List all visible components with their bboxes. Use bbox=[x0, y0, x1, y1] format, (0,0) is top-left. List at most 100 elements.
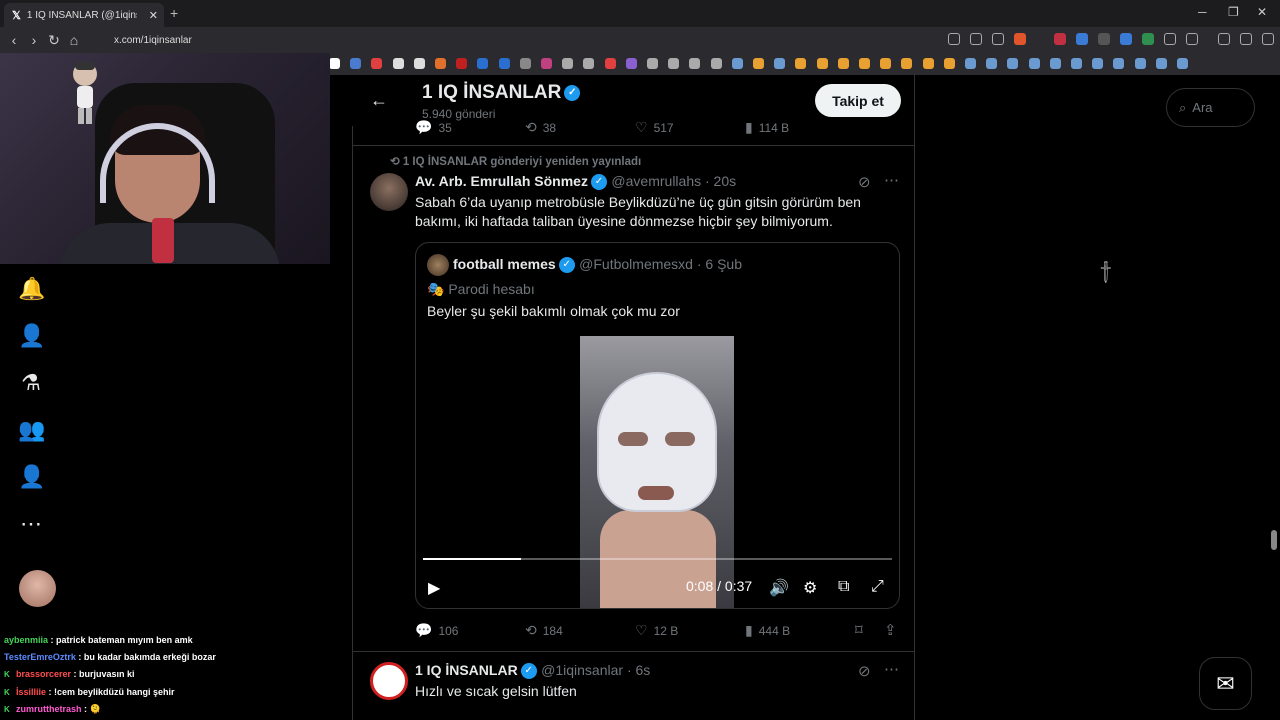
cast-icon[interactable] bbox=[970, 33, 982, 45]
views-metric[interactable]: ▮ 114 B bbox=[745, 119, 789, 136]
bookmark-icon[interactable] bbox=[1007, 58, 1019, 69]
forward-nav-icon[interactable]: › bbox=[24, 32, 44, 48]
bookmark-icon[interactable] bbox=[625, 58, 637, 69]
chat-username[interactable]: TesterEmreOztrk bbox=[4, 652, 76, 662]
brave-shield-icon[interactable] bbox=[1014, 33, 1026, 45]
communities-icon[interactable]: 👥 bbox=[18, 417, 45, 443]
window-close-button[interactable]: ✕ bbox=[1257, 5, 1267, 19]
author-handle[interactable]: @avemrullahs · 20s bbox=[611, 173, 736, 189]
profile-icon[interactable]: 👤 bbox=[18, 464, 45, 490]
bookmark-icon[interactable] bbox=[413, 58, 425, 69]
bookmark-icon[interactable] bbox=[965, 58, 976, 69]
bookmark-icon[interactable] bbox=[731, 58, 743, 69]
repost-metric[interactable]: ⟲ 38 bbox=[525, 119, 556, 136]
close-tab-icon[interactable]: ✕ bbox=[149, 9, 158, 22]
notifications-bell-icon[interactable]: 🔔 bbox=[18, 276, 45, 302]
author-name[interactable]: 1 IQ İNSANLAR bbox=[415, 662, 518, 678]
bookmark-icon[interactable] bbox=[1049, 58, 1061, 69]
grok-icon[interactable]: ⊘ bbox=[858, 173, 871, 191]
puzzle-icon[interactable] bbox=[1164, 33, 1176, 45]
author-name[interactable]: Av. Arb. Emrullah Sönmez bbox=[415, 173, 588, 189]
extension-icon[interactable] bbox=[1076, 33, 1088, 45]
more-options-icon[interactable]: ⋯ bbox=[884, 660, 899, 678]
extension-icon[interactable] bbox=[1098, 33, 1110, 45]
bookmark-icon[interactable]: ⌑ bbox=[855, 621, 863, 639]
reply-metric[interactable]: 💬 35 bbox=[415, 119, 452, 136]
extension-icon[interactable] bbox=[1120, 33, 1132, 45]
bookmark-icon[interactable] bbox=[774, 58, 786, 69]
share-post-icon[interactable]: ⇪ bbox=[884, 621, 897, 639]
media-icon[interactable] bbox=[1240, 33, 1252, 45]
bookmark-icon[interactable] bbox=[710, 58, 722, 69]
bookmark-icon[interactable] bbox=[498, 58, 510, 69]
bookmark-icon[interactable] bbox=[668, 58, 680, 69]
more-options-icon[interactable]: ⋯ bbox=[884, 171, 899, 189]
chat-username[interactable]: İssilliie bbox=[16, 687, 46, 697]
extension-icon[interactable] bbox=[1054, 33, 1066, 45]
bookmark-icon[interactable] bbox=[647, 58, 658, 69]
bookmark-icon[interactable] bbox=[837, 58, 849, 69]
follow-button[interactable]: Takip et bbox=[815, 84, 901, 117]
bookmark-icon[interactable] bbox=[456, 58, 468, 69]
bookmark-icon[interactable] bbox=[519, 58, 531, 69]
chat-username[interactable]: zumrutthetrash bbox=[16, 704, 82, 714]
bookmark-icon[interactable] bbox=[1071, 58, 1082, 69]
bookmark-icon[interactable] bbox=[1092, 58, 1104, 69]
follow-person-icon[interactable]: 👤 bbox=[18, 323, 45, 349]
bookmark-icon[interactable] bbox=[562, 58, 574, 69]
bookmark-icon[interactable] bbox=[392, 58, 404, 69]
menu-icon[interactable] bbox=[1262, 33, 1274, 45]
bookmark-icon[interactable] bbox=[1113, 58, 1125, 69]
chat-username[interactable]: brassorcerer bbox=[16, 669, 71, 679]
bookmark-icon[interactable] bbox=[371, 58, 383, 69]
quote-handle[interactable]: @Futbolmemesxd · 6 Şub bbox=[579, 256, 742, 272]
like-metric[interactable]: ♡ 517 bbox=[635, 119, 674, 136]
new-tab-button[interactable]: + bbox=[170, 5, 178, 21]
reply-metric[interactable]: 💬 106 bbox=[415, 622, 458, 639]
bookmark-icon[interactable] bbox=[541, 58, 552, 69]
bookmark-icon[interactable] bbox=[795, 58, 807, 69]
avatar[interactable] bbox=[370, 173, 408, 211]
play-icon[interactable]: ▶ bbox=[428, 578, 440, 598]
chat-username[interactable]: aybenmiia bbox=[4, 635, 48, 645]
author-handle[interactable]: @1iqinsanlar · 6s bbox=[541, 662, 650, 678]
bookmark-icon[interactable] bbox=[583, 58, 595, 69]
minimize-button[interactable]: ─ bbox=[1198, 5, 1207, 19]
zoom-icon[interactable] bbox=[948, 33, 960, 45]
back-nav-icon[interactable]: ‹ bbox=[4, 32, 24, 48]
address-bar[interactable]: x.com/1iqinsanlar bbox=[100, 31, 1040, 49]
bookmark-icon[interactable] bbox=[1177, 58, 1188, 69]
bookmark-icon[interactable] bbox=[753, 58, 764, 69]
reload-icon[interactable]: ↻ bbox=[44, 32, 64, 49]
bookmark-icon[interactable] bbox=[350, 58, 362, 69]
browser-tab[interactable]: 𝕏 1 IQ İNSANLAR (@1iqinsanlar) / X ✕ bbox=[4, 3, 164, 27]
grok-icon[interactable]: ⊘ bbox=[858, 662, 871, 680]
repost-metric[interactable]: ⟲ 184 bbox=[525, 622, 563, 639]
bookmark-icon[interactable] bbox=[477, 58, 489, 69]
maximize-button[interactable]: ❐ bbox=[1228, 5, 1239, 19]
more-circle-icon[interactable]: ⋯ bbox=[18, 511, 44, 537]
like-metric[interactable]: ♡ 12 B bbox=[635, 622, 678, 639]
settings-icon[interactable]: ⚙ bbox=[803, 578, 817, 598]
bookmark-icon[interactable] bbox=[689, 58, 701, 69]
bookmark-icon[interactable] bbox=[859, 58, 870, 69]
bookmark-icon[interactable] bbox=[986, 58, 998, 69]
bookmark-icon[interactable] bbox=[435, 58, 446, 69]
account-avatar[interactable] bbox=[19, 570, 56, 607]
search-box[interactable]: ⌕ Ara bbox=[1166, 88, 1255, 127]
download-icon[interactable] bbox=[1218, 33, 1230, 45]
grok-flask-icon[interactable]: ⚗ bbox=[18, 370, 44, 396]
fullscreen-icon[interactable]: ⤢ bbox=[871, 578, 884, 596]
avatar[interactable] bbox=[370, 662, 408, 700]
bookmark-icon[interactable] bbox=[329, 58, 340, 69]
messages-button[interactable]: ✉ bbox=[1199, 657, 1252, 710]
quote-avatar[interactable] bbox=[427, 254, 449, 276]
pip-icon[interactable]: ⧉ bbox=[838, 578, 849, 596]
bookmark-icon[interactable] bbox=[922, 58, 934, 69]
bookmark-icon[interactable] bbox=[901, 58, 913, 69]
bookmark-icon[interactable] bbox=[943, 58, 955, 69]
back-arrow-icon[interactable]: ← bbox=[370, 90, 388, 111]
share-icon[interactable] bbox=[992, 33, 1004, 45]
bookmark-icon[interactable] bbox=[880, 58, 892, 69]
browser-home-icon[interactable]: ⌂ bbox=[64, 32, 84, 48]
